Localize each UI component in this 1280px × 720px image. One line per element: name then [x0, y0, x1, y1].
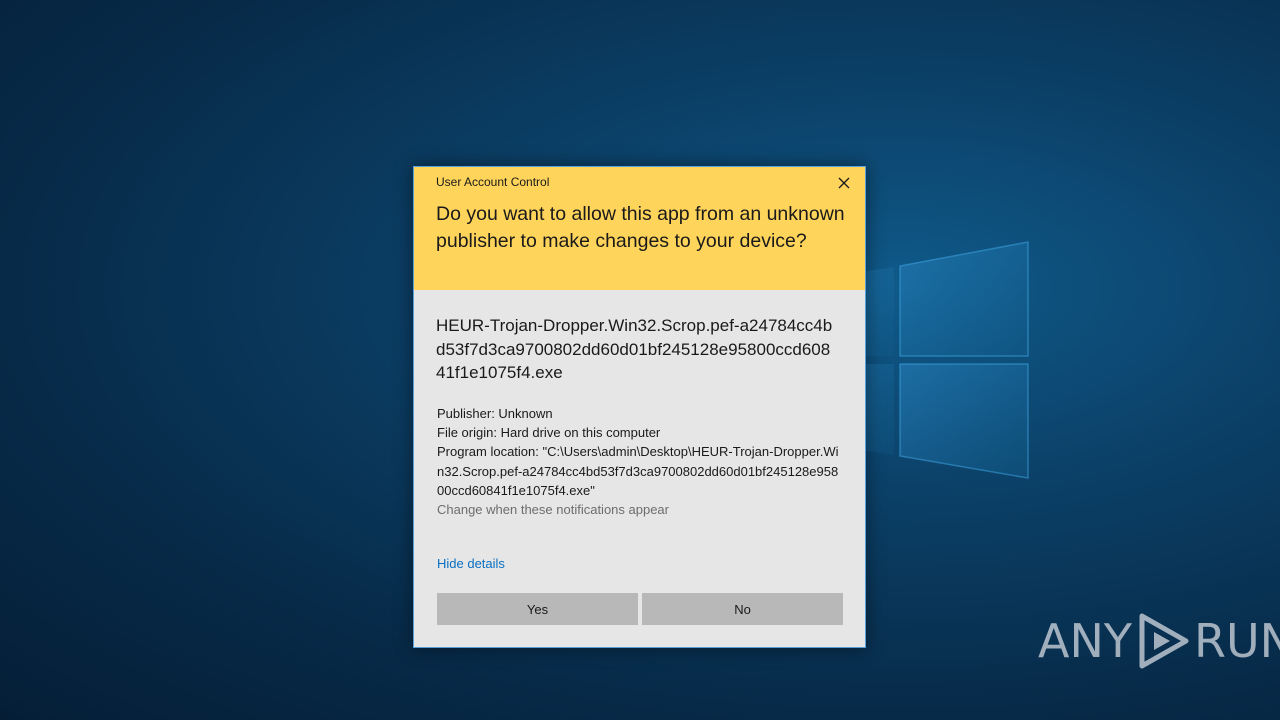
program-location-text: Program location: "C:\Users\admin\Deskto… [437, 444, 839, 498]
watermark-text-left: ANY [1038, 614, 1132, 668]
anyrun-watermark: ANY RUN [1038, 606, 1280, 676]
change-notifications-link[interactable]: Change when these notifications appear [437, 500, 842, 519]
no-button[interactable]: No [642, 593, 843, 625]
publisher-text: Publisher: Unknown [437, 406, 553, 421]
close-button[interactable] [833, 172, 855, 194]
yes-button[interactable]: Yes [437, 593, 638, 625]
uac-header: User Account Control Do you want to allo… [414, 167, 865, 290]
uac-question: Do you want to allow this app from an un… [436, 203, 845, 252]
play-icon [1139, 613, 1189, 669]
uac-body: HEUR-Trojan-Dropper.Win32.Scrop.pef-a247… [414, 290, 865, 647]
dialog-title: User Account Control [436, 175, 550, 189]
file-origin-text: File origin: Hard drive on this computer [437, 425, 661, 441]
windows-logo-icon [860, 241, 1029, 479]
app-name: HEUR-Trojan-Dropper.Win32.Scrop.pef-a247… [436, 316, 833, 382]
close-icon [838, 177, 850, 189]
uac-dialog: User Account Control Do you want to allo… [413, 166, 866, 648]
details-section: Publisher: Unknown File origin: Hard dri… [437, 404, 842, 519]
watermark-text-right: RUN [1193, 614, 1280, 668]
hide-details-link[interactable]: Hide details [437, 556, 505, 571]
